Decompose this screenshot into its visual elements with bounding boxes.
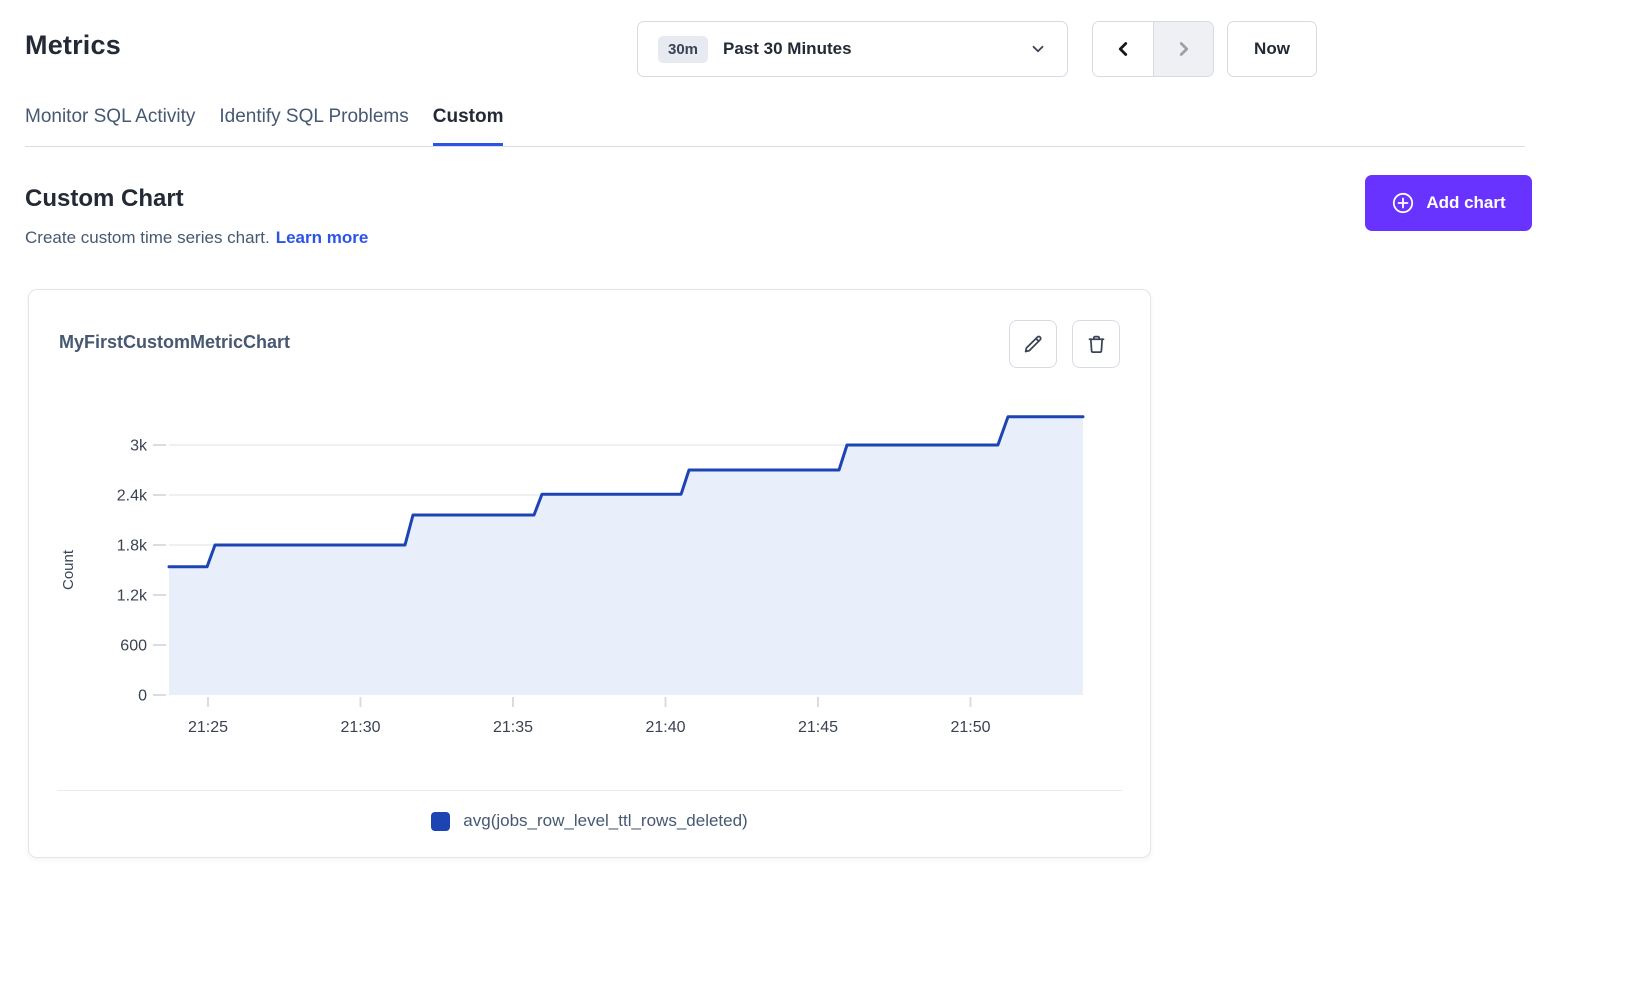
tab-monitor-sql-activity[interactable]: Monitor SQL Activity xyxy=(25,100,195,146)
time-next-button[interactable] xyxy=(1153,22,1213,76)
y-tick-label: 0 xyxy=(138,688,147,705)
page-title: Metrics xyxy=(25,30,121,61)
now-button[interactable]: Now xyxy=(1227,21,1317,77)
chart-legend: avg(jobs_row_level_ttl_rows_deleted) xyxy=(57,790,1122,857)
metrics-tabs: Monitor SQL Activity Identify SQL Proble… xyxy=(25,100,1525,147)
add-chart-label: Add chart xyxy=(1426,193,1505,213)
chevron-right-icon xyxy=(1173,38,1195,60)
tab-identify-sql-problems[interactable]: Identify SQL Problems xyxy=(219,100,408,146)
y-tick-label: 2.4k xyxy=(117,488,148,505)
plus-circle-icon xyxy=(1391,191,1415,215)
custom-metric-chart[interactable]: 0 600 1.2k 1.8k 2.4k 3k 21:25 21:30 21:35 21:40 21… xyxy=(29,392,1152,754)
y-axis-title: Count xyxy=(60,549,77,590)
pencil-icon xyxy=(1023,334,1044,355)
section-text: Custom Chart Create custom time series c… xyxy=(25,175,368,248)
section-subtitle-text: Create custom time series chart. xyxy=(25,228,270,247)
custom-chart-section-head: Custom Chart Create custom time series c… xyxy=(25,175,1532,248)
x-tick-label: 21:25 xyxy=(188,719,228,736)
time-prev-button[interactable] xyxy=(1093,22,1153,76)
section-subtitle: Create custom time series chart. Learn mo… xyxy=(25,228,368,248)
time-range-select[interactable]: 30m Past 30 Minutes xyxy=(637,21,1068,77)
page-header: Metrics 30m Past 30 Minutes Now xyxy=(0,0,1650,100)
x-tick-label: 21:35 xyxy=(493,719,533,736)
trash-icon xyxy=(1086,334,1107,355)
legend-label: avg(jobs_row_level_ttl_rows_deleted) xyxy=(463,811,747,831)
y-tick-label: 1.8k xyxy=(117,538,148,555)
series-area xyxy=(169,417,1083,695)
chart-title: MyFirstCustomMetricChart xyxy=(59,332,290,353)
time-range-badge: 30m xyxy=(658,36,708,63)
y-tick-label: 3k xyxy=(130,438,148,455)
x-tick-label: 21:50 xyxy=(950,719,990,736)
tab-custom[interactable]: Custom xyxy=(433,100,504,146)
chart-card-head: MyFirstCustomMetricChart xyxy=(29,290,1150,368)
y-tick-label: 1.2k xyxy=(117,588,148,605)
chart-actions xyxy=(1009,320,1120,368)
section-title: Custom Chart xyxy=(25,185,368,213)
x-tick-label: 21:30 xyxy=(340,719,380,736)
chevron-left-icon xyxy=(1112,38,1134,60)
x-tick-label: 21:40 xyxy=(645,719,685,736)
edit-chart-button[interactable] xyxy=(1009,320,1057,368)
time-pager xyxy=(1092,21,1214,77)
x-tick-label: 21:45 xyxy=(798,719,838,736)
learn-more-link[interactable]: Learn more xyxy=(276,228,369,247)
time-range-label: Past 30 Minutes xyxy=(723,39,852,59)
legend-swatch xyxy=(431,812,450,831)
time-controls: 30m Past 30 Minutes Now xyxy=(637,21,1317,77)
metrics-page: Metrics 30m Past 30 Minutes Now Monitor … xyxy=(0,0,1650,982)
delete-chart-button[interactable] xyxy=(1072,320,1120,368)
add-chart-button[interactable]: Add chart xyxy=(1365,175,1532,231)
chart-card: MyFirstCustomMetricChart 0 600 1.2k 1.8k 2.4… xyxy=(28,289,1151,858)
y-tick-label: 600 xyxy=(120,638,147,655)
chevron-down-icon xyxy=(1029,40,1047,58)
